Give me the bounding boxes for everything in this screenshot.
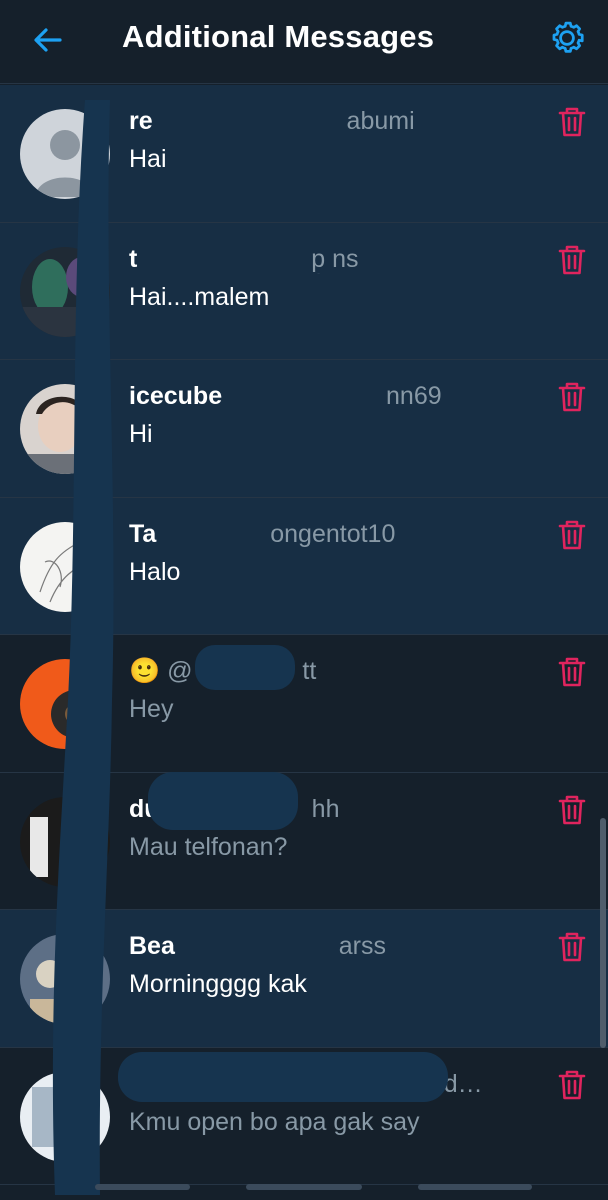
- list-item[interactable]: t p̣ ns Hai....malem: [0, 222, 608, 360]
- list-item[interactable]: B sward… Kmu open bo apa gak say: [0, 1047, 608, 1185]
- avatar[interactable]: [20, 384, 110, 474]
- sender-handle: p̣ ns: [311, 244, 359, 273]
- message-preview: Mau telfonan?: [129, 832, 288, 861]
- avatar[interactable]: [20, 934, 110, 1024]
- nav-bar-handle: [418, 1184, 532, 1190]
- sender-handle: nn69: [386, 382, 442, 410]
- avatar-image: [20, 934, 110, 1024]
- message-preview: Hey: [129, 695, 174, 723]
- avatar-image: [20, 521, 110, 612]
- trash-icon: [558, 1070, 586, 1099]
- avatar-image: [20, 1071, 110, 1162]
- avatar-image: [20, 659, 110, 749]
- list-item[interactable]: 🙂 @ tt Hey: [0, 635, 608, 773]
- sender-handle: abumi: [346, 107, 415, 135]
- avatar[interactable]: [20, 109, 110, 199]
- sender-line: re abumi: [129, 107, 538, 136]
- avatar-image: [20, 384, 110, 474]
- sender-line: dut @j hh: [129, 795, 538, 824]
- delete-button[interactable]: [556, 930, 588, 964]
- avatar[interactable]: [20, 1071, 110, 1162]
- delete-button[interactable]: [556, 655, 588, 689]
- back-button[interactable]: [28, 20, 68, 60]
- sender-handle-tail: hh: [311, 794, 340, 823]
- avatar-image: [20, 246, 110, 337]
- message-preview: Hi: [129, 420, 153, 448]
- sender-name: re: [129, 107, 153, 135]
- sender-line: Bea arss: [129, 932, 538, 961]
- avatar[interactable]: [20, 659, 110, 749]
- delete-button[interactable]: [556, 243, 588, 277]
- sender-handle: arss: [338, 932, 387, 960]
- avatar-image: [20, 796, 110, 887]
- trash-icon: [558, 795, 586, 824]
- message-preview: Halo: [129, 557, 181, 586]
- list-item[interactable]: re abumi Hai: [0, 85, 608, 223]
- sender-name: dut: [129, 794, 168, 823]
- sender-name: 🙂: [129, 657, 161, 685]
- gear-icon: [552, 21, 584, 53]
- sender-name: Ta: [129, 519, 157, 548]
- sender-line: t p̣ ns: [129, 245, 538, 274]
- avatar[interactable]: [20, 521, 110, 612]
- sender-name: t: [129, 244, 138, 273]
- list-item[interactable]: dut @j hh Mau telfonan?: [0, 772, 608, 910]
- sender-name: B: [129, 1069, 148, 1098]
- message-preview: Kmu open bo apa gak say: [129, 1107, 420, 1136]
- arrow-left-icon: [34, 28, 62, 52]
- sender-line: B sward…: [129, 1070, 538, 1099]
- delete-button[interactable]: [556, 380, 588, 414]
- sender-handle-tail: tt: [302, 657, 317, 685]
- delete-button[interactable]: [556, 105, 588, 139]
- trash-icon: [558, 245, 586, 274]
- message-preview: Hai: [129, 145, 167, 173]
- scrollbar[interactable]: [600, 818, 606, 1048]
- message-request-list: re abumi Hai t p̣ ns Hai....malem icecub…: [0, 85, 608, 1185]
- sender-line: Ta ongentot10: [129, 520, 538, 549]
- avatar[interactable]: [20, 796, 110, 887]
- nav-bar-handle: [95, 1184, 190, 1190]
- sender-handle: sward…: [390, 1069, 483, 1098]
- nav-bar-handle: [246, 1184, 362, 1190]
- message-preview: Morningggg kak: [129, 970, 307, 998]
- sender-name: Bea: [129, 932, 175, 960]
- trash-icon: [558, 382, 586, 412]
- sender-handle: ongentot10: [270, 519, 396, 548]
- list-item[interactable]: Bea arss Morningggg kak: [0, 910, 608, 1048]
- delete-button[interactable]: [556, 793, 588, 827]
- sender-handle: @: [167, 657, 193, 685]
- trash-icon: [558, 657, 586, 687]
- sender-line: icecube nn69: [129, 382, 538, 411]
- delete-button[interactable]: [556, 1068, 588, 1102]
- trash-icon: [558, 107, 586, 137]
- default-avatar-icon: [20, 109, 110, 199]
- sender-handle: @j: [174, 794, 206, 823]
- settings-button[interactable]: [545, 16, 589, 60]
- delete-button[interactable]: [556, 518, 588, 552]
- list-item[interactable]: icecube nn69 Hi: [0, 360, 608, 498]
- trash-icon: [558, 932, 586, 962]
- page-title: Additional Messages: [122, 19, 435, 54]
- sender-line: 🙂 @ tt: [129, 657, 538, 686]
- message-preview: Hai....malem: [129, 282, 270, 311]
- avatar[interactable]: [20, 246, 110, 337]
- app-header: Additional Messages: [0, 0, 608, 84]
- list-item[interactable]: Ta ongentot10 Halo: [0, 497, 608, 635]
- trash-icon: [558, 520, 586, 549]
- sender-name: icecube: [129, 382, 223, 410]
